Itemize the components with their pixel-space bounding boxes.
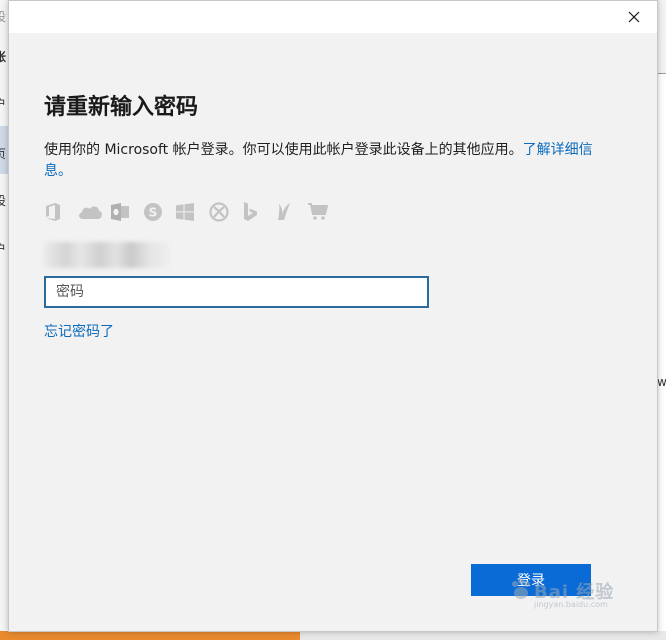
- description-text: 使用你的 Microsoft 帐户登录。你可以使用此帐户登录此设备上的其他应用。: [44, 142, 523, 158]
- xbox-icon: [209, 201, 242, 223]
- background-text: 设: [0, 10, 7, 24]
- dialog-description: 使用你的 Microsoft 帐户登录。你可以使用此帐户登录此设备上的其他应用。…: [44, 140, 599, 182]
- forgot-password-link[interactable]: 忘记密码了: [44, 321, 114, 341]
- background-text: 帐: [0, 50, 7, 64]
- msn-icon: [275, 201, 308, 223]
- background-text: ji: [0, 288, 1, 302]
- background-text: 户: [0, 242, 7, 256]
- sign-in-button[interactable]: 登录: [471, 564, 591, 596]
- dialog-titlebar: [9, 1, 657, 33]
- background-header-edge: [658, 0, 666, 74]
- store-icon: [308, 201, 341, 223]
- skype-icon: S: [143, 201, 176, 223]
- sign-in-dialog: 请重新输入密码 使用你的 Microsoft 帐户登录。你可以使用此帐户登录此设…: [8, 0, 658, 632]
- onedrive-icon: [77, 201, 110, 223]
- background-text: w: [657, 375, 666, 389]
- close-icon: [628, 11, 640, 23]
- office-icon: [44, 201, 77, 223]
- background-text: 设: [0, 194, 7, 208]
- background-text: 户: [0, 97, 7, 111]
- background-tile: [0, 631, 300, 640]
- password-input[interactable]: [44, 276, 429, 308]
- dialog-title: 请重新输入密码: [44, 95, 199, 120]
- background-text: 页: [0, 147, 7, 161]
- bing-icon: [242, 201, 275, 223]
- outlook-icon: [110, 201, 143, 223]
- service-icons-row: S: [44, 201, 341, 223]
- windows-icon: [176, 201, 209, 223]
- close-button[interactable]: [611, 1, 657, 33]
- svg-text:S: S: [149, 206, 158, 220]
- account-email-blurred: [43, 242, 169, 268]
- background-taskbar-edge: [0, 631, 666, 640]
